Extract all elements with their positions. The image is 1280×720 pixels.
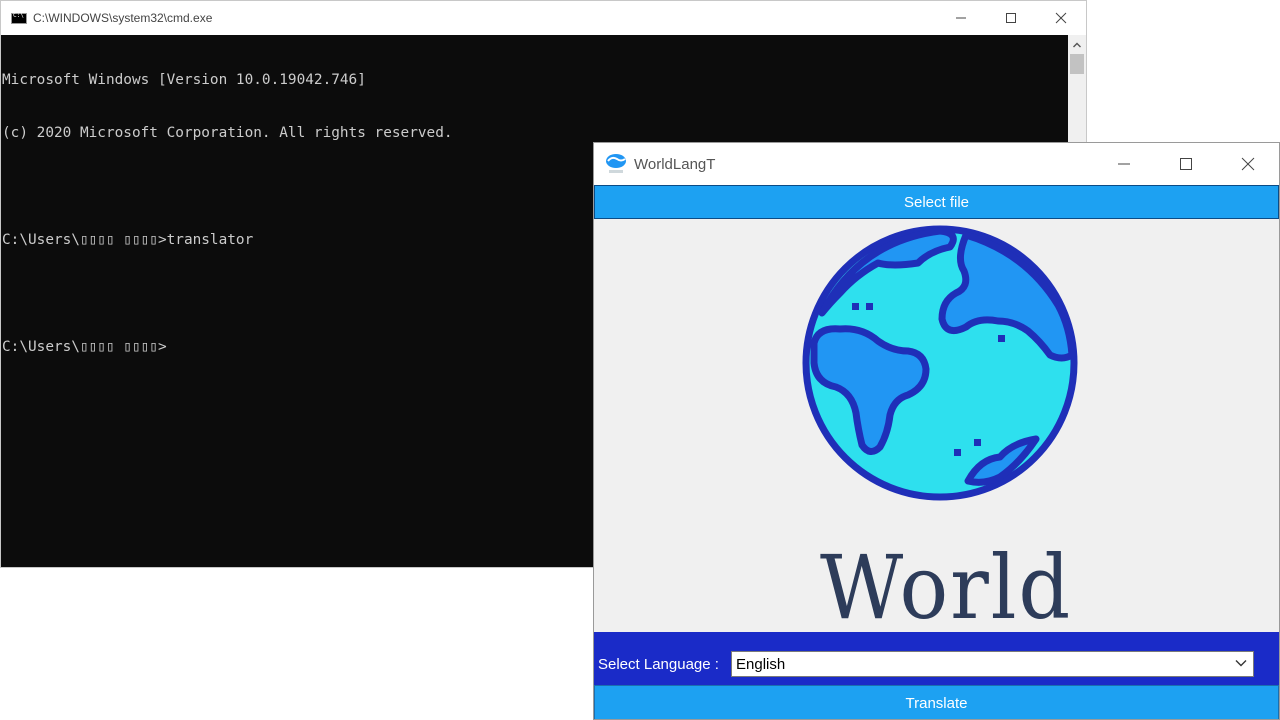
- cmd-titlebar[interactable]: C:\WINDOWS\system32\cmd.exe: [1, 1, 1086, 35]
- worldlangt-titlebar[interactable]: WorldLangT: [594, 143, 1279, 185]
- console-icon: [11, 12, 27, 24]
- close-icon: [1241, 157, 1255, 171]
- scroll-thumb[interactable]: [1070, 54, 1084, 74]
- select-file-button[interactable]: Select file: [594, 185, 1279, 219]
- worldlangt-title: WorldLangT: [634, 155, 716, 173]
- language-bar: Select Language : English: [594, 632, 1279, 685]
- app-logo-icon: [606, 154, 626, 173]
- scroll-up-arrow-icon[interactable]: [1068, 37, 1086, 53]
- chevron-down-icon: [1235, 660, 1247, 667]
- cmd-title: C:\WINDOWS\system32\cmd.exe: [33, 11, 213, 25]
- cmd-minimize-button[interactable]: [936, 1, 986, 35]
- cmd-maximize-button[interactable]: [986, 1, 1036, 35]
- minimize-icon: [956, 17, 966, 19]
- console-line: Microsoft Windows [Version 10.0.19042.74…: [2, 71, 366, 88]
- banner-image: World: [594, 219, 1279, 632]
- minimize-icon: [1118, 163, 1130, 165]
- language-value: English: [736, 655, 786, 673]
- banner-world-text: World: [820, 536, 1073, 632]
- globe-icon: [802, 225, 1078, 501]
- maximize-icon: [1006, 13, 1016, 23]
- console-line: (c) 2020 Microsoft Corporation. All righ…: [2, 124, 453, 141]
- close-icon: [1055, 12, 1067, 24]
- worldlangt-window[interactable]: WorldLangT Select file World Select Lang…: [593, 142, 1280, 720]
- wl-minimize-button[interactable]: [1093, 143, 1155, 185]
- wl-maximize-button[interactable]: [1155, 143, 1217, 185]
- wl-close-button[interactable]: [1217, 143, 1279, 185]
- language-dropdown[interactable]: English: [731, 651, 1254, 677]
- maximize-icon: [1180, 158, 1192, 170]
- select-language-label: Select Language :: [598, 656, 719, 673]
- translate-button[interactable]: Translate: [594, 685, 1279, 719]
- cmd-close-button[interactable]: [1036, 1, 1086, 35]
